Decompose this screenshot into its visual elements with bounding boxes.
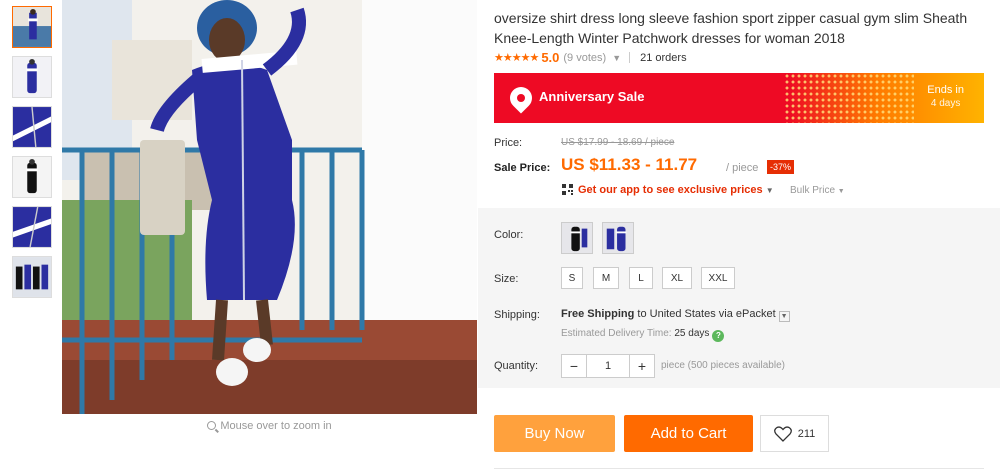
chevron-down-icon[interactable]: ▼ — [778, 311, 790, 322]
color-swatch-2[interactable] — [602, 222, 634, 254]
banner-title: Anniversary Sale — [539, 89, 645, 104]
app-promo-link[interactable]: Get our app to see exclusive prices ▼ — [578, 184, 774, 196]
location-pin-icon — [505, 82, 537, 114]
thumbnail-6[interactable] — [12, 256, 52, 298]
zoom-hint: Mouse over to zoom in — [62, 420, 477, 432]
shipping-info[interactable]: Free Shipping to United States via ePack… — [561, 308, 790, 322]
wishlist-count: 211 — [797, 427, 816, 440]
delivery-days: 25 days — [674, 328, 710, 339]
zoom-hint-text: Mouse over to zoom in — [220, 420, 332, 432]
color-label: Color: — [494, 229, 524, 241]
thumbnail-3[interactable] — [12, 106, 52, 148]
sale-price: US $11.33 - 11.77 — [561, 155, 698, 174]
bulk-price-link[interactable]: Bulk Price ▼ — [790, 185, 845, 196]
shipping-label: Shipping: — [494, 309, 540, 321]
help-icon[interactable]: ? — [712, 330, 725, 342]
shipping-to: to — [637, 308, 647, 320]
availability-text: piece (500 pieces available) — [661, 360, 785, 371]
color-swatch-1[interactable] — [561, 222, 593, 254]
banner-dot-pattern — [784, 73, 914, 123]
heart-icon — [773, 425, 792, 442]
size-l-button[interactable]: L — [629, 267, 653, 289]
countdown: Ends in 4 days — [927, 83, 964, 111]
add-to-cart-button[interactable]: Add to Cart — [624, 415, 753, 452]
original-price: US $17.99 - 18.69 / piece — [561, 137, 675, 148]
sale-price-label: Sale Price: — [494, 162, 551, 174]
delivery-time: Estimated Delivery Time: 25 days? — [561, 328, 725, 342]
app-promo-text: Get our app to see exclusive prices — [578, 184, 763, 196]
chevron-down-icon[interactable]: ▼ — [612, 53, 621, 63]
size-label: Size: — [494, 273, 519, 285]
size-xl-button[interactable]: XL — [662, 267, 692, 289]
quantity-stepper: − 1 + — [561, 354, 655, 378]
buy-now-button[interactable]: Buy Now — [494, 415, 615, 452]
per-piece: / piece — [726, 162, 759, 174]
countdown-label: Ends in — [927, 84, 964, 96]
free-shipping: Free Shipping — [561, 308, 635, 320]
rating-value: 5.0 — [541, 50, 560, 65]
product-info: oversize shirt dress long sleeve fashion… — [478, 0, 1000, 476]
orders-count: 21 orders — [640, 51, 687, 64]
shipping-method: via ePacket — [718, 308, 776, 320]
thumbnail-list — [12, 6, 54, 306]
size-m-button[interactable]: M — [593, 267, 619, 289]
magnifier-icon — [207, 421, 217, 430]
quantity-label: Quantity: — [494, 360, 539, 372]
size-s-button[interactable]: S — [561, 267, 583, 289]
increase-button[interactable]: + — [630, 355, 654, 377]
divider — [629, 52, 631, 63]
thumbnail-5[interactable] — [12, 206, 52, 248]
rating-stars-icon: ★★★★★ — [494, 52, 539, 64]
quantity-input[interactable]: 1 — [586, 355, 630, 377]
votes-link[interactable]: (9 votes) — [563, 52, 606, 64]
product-title: oversize shirt dress long sleeve fashion… — [494, 10, 968, 46]
decrease-button[interactable]: − — [562, 355, 586, 377]
price-label: Price: — [494, 137, 523, 149]
shipping-country: United States — [649, 308, 716, 320]
bulk-price-text: Bulk Price — [790, 185, 836, 196]
wishlist-button[interactable]: 211 — [760, 415, 829, 452]
thumbnail-4[interactable] — [12, 156, 52, 198]
rating-row: ★★★★★ 5.0 (9 votes) ▼ 21 orders — [494, 50, 687, 65]
sale-banner: Anniversary Sale Ends in 4 days — [494, 73, 984, 123]
thumbnail-1[interactable] — [12, 6, 52, 48]
size-xxl-button[interactable]: XXL — [701, 267, 735, 289]
discount-badge: -37% — [767, 160, 795, 174]
qr-code-icon — [562, 184, 573, 195]
main-product-image[interactable] — [62, 0, 477, 414]
delivery-label: Estimated Delivery Time: — [561, 328, 672, 339]
divider — [494, 468, 984, 469]
chevron-down-icon: ▼ — [765, 186, 774, 195]
thumbnail-2[interactable] — [12, 56, 52, 98]
chevron-down-icon: ▼ — [837, 188, 845, 195]
countdown-days: 4 days — [930, 98, 961, 109]
